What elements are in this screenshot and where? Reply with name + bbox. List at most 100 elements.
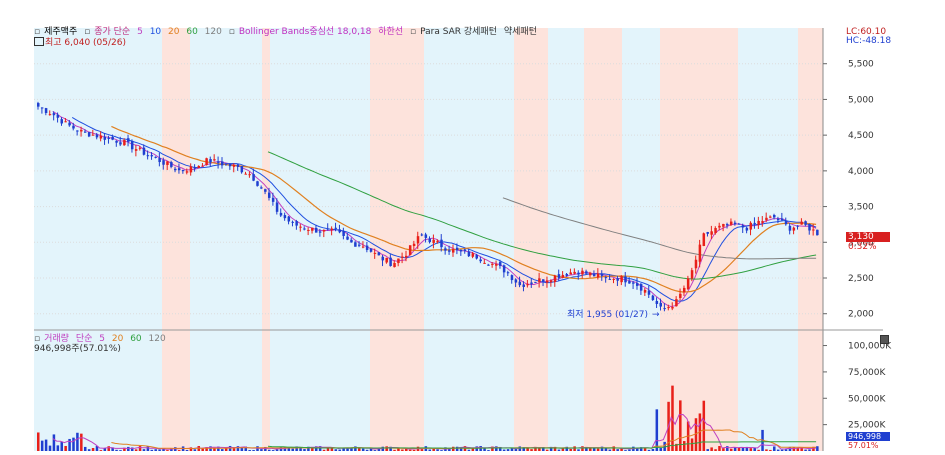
candle-body <box>185 171 189 173</box>
candle-body <box>154 156 157 158</box>
candle-body <box>722 224 725 227</box>
band <box>514 28 548 451</box>
hc-label: HC:-48.18 <box>846 36 892 46</box>
volume-bar <box>682 441 686 451</box>
chart-canvas[interactable]: 5,5005,0004,5004,0003,5003,0002,5002,000… <box>0 0 945 451</box>
vol-ma-20[interactable]: 20 <box>112 334 123 344</box>
candle-body <box>467 251 471 257</box>
vol-ma-120[interactable]: 120 <box>149 334 166 344</box>
candle-body <box>585 271 588 274</box>
candle-body <box>542 279 545 282</box>
candle-body <box>213 159 216 161</box>
volume-bar <box>573 446 576 451</box>
candle-body <box>158 158 161 163</box>
candle-body <box>538 278 541 282</box>
ma-10[interactable]: 10 <box>150 27 161 37</box>
candle-body <box>264 189 267 192</box>
ma-label[interactable]: 종가 단순 <box>94 27 130 37</box>
candle-body <box>655 300 659 304</box>
volume-title[interactable]: 거래량 <box>44 334 69 344</box>
candle-body <box>616 278 619 281</box>
candle-body <box>780 218 784 221</box>
volume-bar <box>68 438 71 451</box>
candle-body <box>232 164 236 167</box>
volume-bar <box>718 446 721 451</box>
candle-body <box>205 158 208 166</box>
candle-body <box>420 234 424 236</box>
current-change: 0.32% <box>848 242 877 252</box>
candle-body <box>369 248 373 252</box>
candle-body <box>635 283 639 286</box>
candle-body <box>416 236 420 244</box>
candle-body <box>248 174 251 176</box>
volume-bar <box>726 446 729 451</box>
panel-settings-icon[interactable] <box>880 335 889 344</box>
candle-body <box>706 232 709 234</box>
candle-body <box>620 276 623 283</box>
candle-body <box>487 264 490 266</box>
candle-body <box>334 227 338 229</box>
candle-body <box>733 222 737 225</box>
candle-body <box>111 136 114 140</box>
sar-label[interactable]: Para SAR 강세패턴 <box>420 27 497 37</box>
ma-5[interactable]: 5 <box>137 27 143 37</box>
candle-body <box>749 222 753 230</box>
candle-body <box>592 273 596 277</box>
band <box>798 28 823 451</box>
price-tick-label: 2,000 <box>848 310 874 320</box>
candle-body <box>267 192 271 198</box>
price-tick-label: 4,500 <box>848 131 874 141</box>
candle-body <box>737 223 741 225</box>
ma-60[interactable]: 60 <box>186 27 197 37</box>
candle-body <box>299 226 302 228</box>
band <box>738 28 798 451</box>
price-tick-label: 3,500 <box>848 203 874 213</box>
volume-tick-label: 50,000K <box>848 394 886 404</box>
volume-bar <box>146 446 150 451</box>
volume-legend: ▫ 거래량 단순 5 20 60 120 <box>34 334 166 344</box>
volume-bar <box>612 446 616 451</box>
candle-body <box>408 245 412 255</box>
candle-body <box>765 217 768 221</box>
candle-body <box>557 274 561 278</box>
candle-body <box>365 245 369 251</box>
candle-body <box>318 231 322 233</box>
volume-bar <box>690 438 694 451</box>
stock-name[interactable]: 제주맥주 <box>44 27 77 37</box>
ma-120[interactable]: 120 <box>205 27 222 37</box>
candle-body <box>498 262 502 266</box>
volume-bar <box>80 433 83 451</box>
candle-body <box>812 229 815 231</box>
candle-body <box>346 236 349 240</box>
sar-weak-label[interactable]: 약세패턴 <box>504 27 537 37</box>
bollinger-label[interactable]: Bollinger Bands중심선 18,0,18 <box>239 27 372 37</box>
candle-body <box>502 265 506 273</box>
vol-ma-5[interactable]: 5 <box>99 334 105 344</box>
candle-body <box>381 256 385 261</box>
candle-body <box>52 113 56 116</box>
volume-bar <box>44 439 48 451</box>
candle-body <box>181 170 185 172</box>
candle-body <box>115 140 118 143</box>
ma-20[interactable]: 20 <box>168 27 179 37</box>
candle-body <box>698 244 702 262</box>
candle-body <box>647 290 651 295</box>
candle-body <box>534 281 537 283</box>
candle-body <box>495 263 498 266</box>
candle-body <box>424 234 428 238</box>
stock-chart[interactable]: 5,500 5,000 4,500 4,000 3,500 3,000 2,500 2,000… <box>0 0 945 451</box>
candle-body <box>792 227 796 231</box>
candle-body <box>201 165 204 167</box>
candle-body <box>80 129 83 132</box>
candle-body <box>314 227 318 233</box>
vol-ma-60[interactable]: 60 <box>130 334 141 344</box>
candle-body <box>291 221 294 223</box>
candle-body <box>784 220 788 225</box>
candle-body <box>675 299 678 307</box>
bollinger-lower-label[interactable]: 하한선 <box>378 27 403 37</box>
candle-body <box>522 284 525 287</box>
candle-body <box>256 181 259 186</box>
volume-ma-label[interactable]: 단순 <box>76 334 93 344</box>
candle-body <box>330 228 334 231</box>
high-marker-icon <box>34 37 44 46</box>
